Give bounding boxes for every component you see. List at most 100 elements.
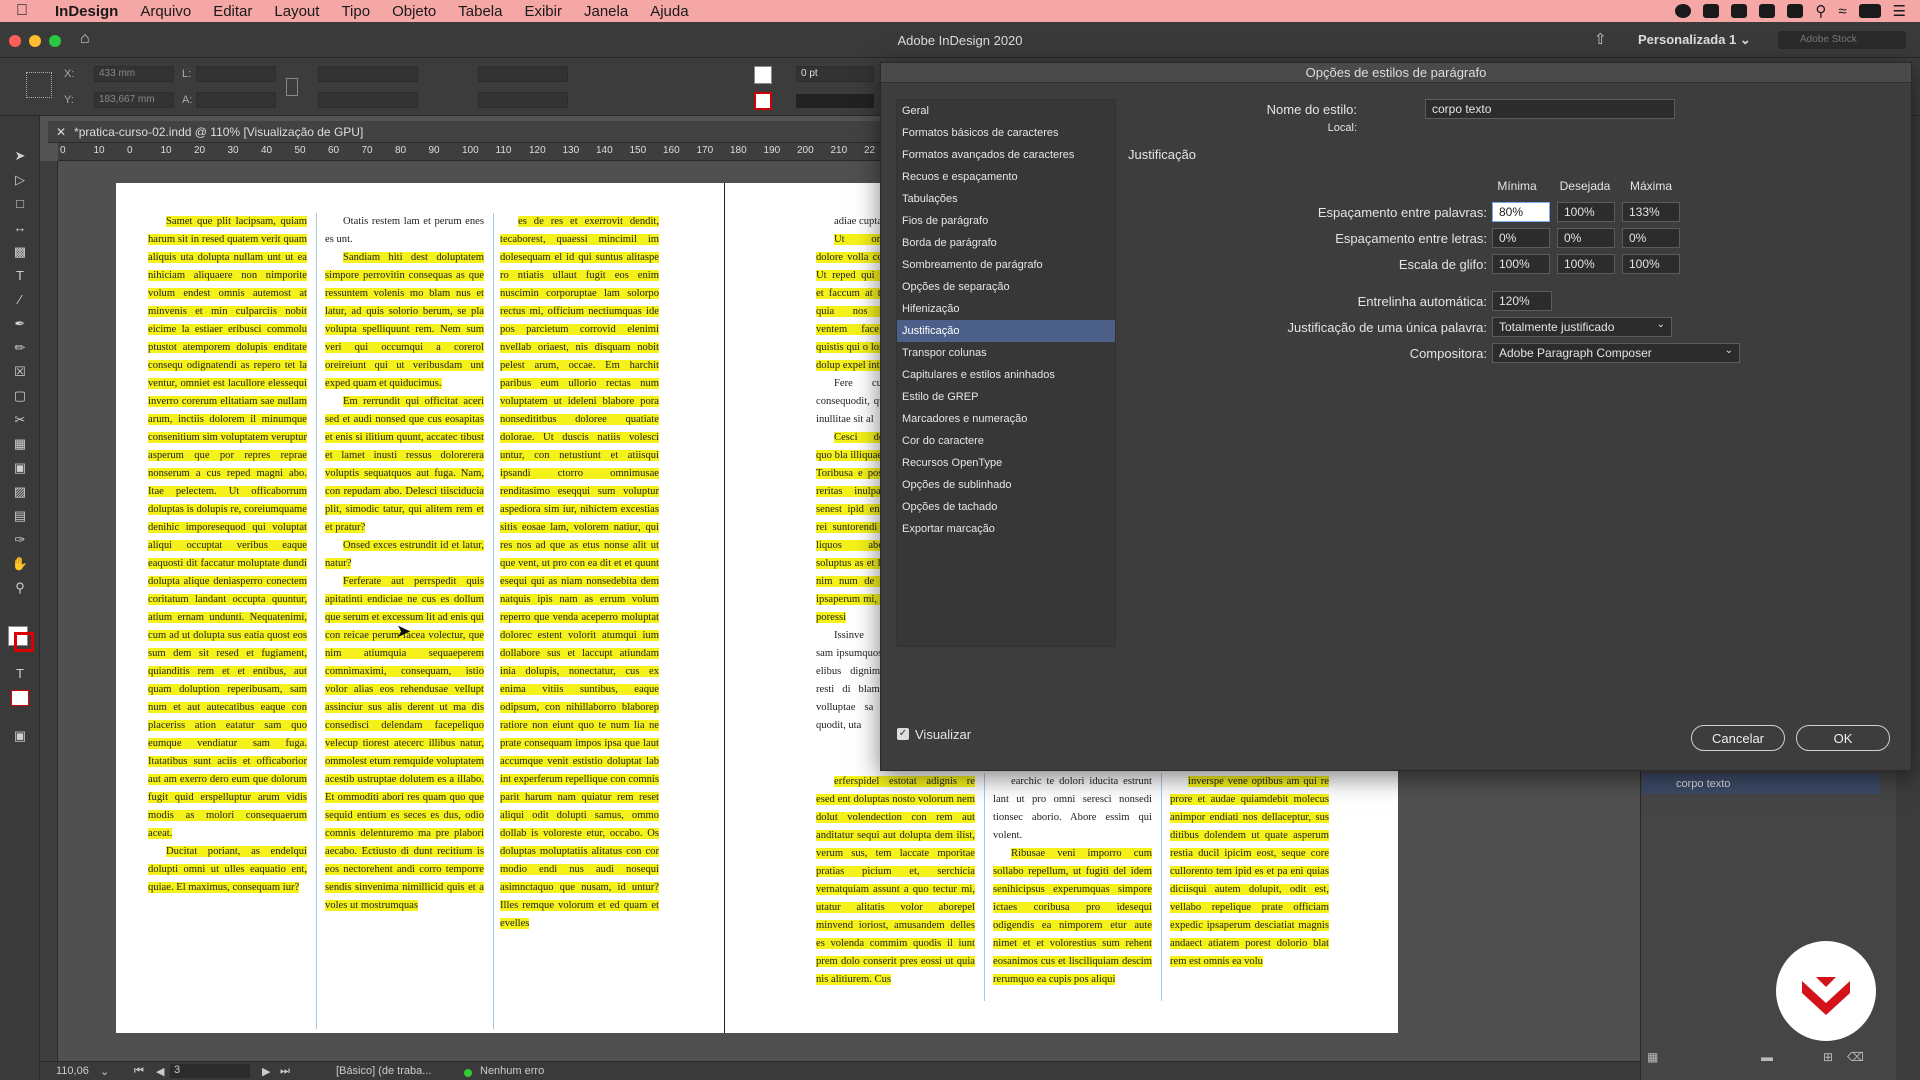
fill-swatch-icon[interactable] — [754, 66, 772, 84]
category-item[interactable]: Opções de separação — [897, 276, 1115, 298]
content-collector-icon[interactable]: ▩ — [11, 244, 29, 260]
category-item[interactable]: Marcadores e numeração — [897, 408, 1115, 430]
menu-editar[interactable]: Editar — [202, 3, 263, 20]
line-tool-icon[interactable]: ∕ — [11, 292, 29, 308]
category-item[interactable]: Exportar marcação — [897, 518, 1115, 540]
category-item[interactable]: Hifenização — [897, 298, 1115, 320]
selection-tool-icon[interactable]: ➤ — [11, 148, 29, 164]
zoom-dropdown-icon[interactable]: ⌄ — [100, 1065, 109, 1078]
category-item[interactable]: Recuos e espaçamento — [897, 166, 1115, 188]
bluetooth-icon[interactable] — [1731, 4, 1748, 18]
close-tab-icon[interactable]: ✕ — [56, 125, 66, 139]
category-item[interactable]: Formatos básicos de caracteres — [897, 122, 1115, 144]
new-style-group-icon[interactable]: ▦ — [1647, 1050, 1658, 1064]
category-item[interactable]: Cor do caractere — [897, 430, 1115, 452]
control-center-icon[interactable]: ☰ — [1893, 2, 1906, 20]
gradient-tool-icon[interactable]: ▣ — [11, 460, 29, 476]
creative-cloud-icon[interactable] — [1759, 4, 1776, 18]
first-page-icon[interactable]: ⏮ — [134, 1065, 144, 1078]
type-tool-icon[interactable]: T — [11, 268, 29, 284]
rectangle-frame-tool-icon[interactable]: ☒ — [11, 364, 29, 380]
menu-layout[interactable]: Layout — [263, 3, 330, 20]
last-page-icon[interactable]: ⏭ — [280, 1065, 290, 1078]
direct-selection-tool-icon[interactable]: ▷ — [11, 172, 29, 188]
letter-spacing-min[interactable]: 0% — [1492, 228, 1550, 248]
screen-mode-icon[interactable]: ▣ — [11, 728, 29, 744]
letter-spacing-desired[interactable]: 0% — [1557, 228, 1615, 248]
text-column-left-a[interactable]: Samet que plit lacipsam, quiam harum sit… — [148, 213, 307, 1029]
cloud-icon[interactable] — [1703, 4, 1720, 18]
formatting-affects-text-icon[interactable]: T — [11, 666, 29, 682]
stroke-swatch-icon[interactable] — [754, 92, 772, 110]
note-tool-icon[interactable]: ▤ — [11, 508, 29, 524]
scissors-tool-icon[interactable]: ✂ — [11, 412, 29, 428]
scale-x-field[interactable] — [318, 66, 418, 82]
reference-point-icon[interactable] — [26, 72, 52, 98]
menu-tabela[interactable]: Tabela — [447, 3, 513, 20]
page-tool-icon[interactable]: □ — [11, 196, 29, 212]
category-item[interactable]: Sombreamento de parágrafo — [897, 254, 1115, 276]
text-column-bottom-a[interactable]: erferspidel estotat adignis re esed ent … — [816, 773, 975, 1001]
width-field[interactable] — [196, 66, 276, 82]
category-item[interactable]: Capitulares e estilos aninhados — [897, 364, 1115, 386]
category-item[interactable]: Fios de parágrafo — [897, 210, 1115, 232]
height-field[interactable] — [196, 92, 276, 108]
apple-icon[interactable]:  — [0, 2, 44, 20]
category-item[interactable]: Opções de sublinhado — [897, 474, 1115, 496]
preflight-status[interactable]: Nenhum erro — [480, 1065, 544, 1077]
workspace-switcher[interactable]: Personalizada 1 ⌄ — [1638, 32, 1751, 48]
menu-objeto[interactable]: Objeto — [381, 3, 447, 20]
apply-none-icon[interactable] — [11, 690, 29, 706]
text-column-mid-a[interactable]: es de res et exerrovit dendit, tecabores… — [500, 213, 659, 1029]
zoom-tool-icon[interactable]: ⚲ — [11, 580, 29, 596]
zoom-level[interactable]: 110,06 — [56, 1065, 89, 1077]
x-field[interactable]: 433 mm — [94, 66, 174, 82]
cancel-button[interactable]: Cancelar — [1691, 725, 1785, 751]
glyph-scaling-min[interactable]: 100% — [1492, 254, 1550, 274]
menu-app-name[interactable]: InDesign — [44, 3, 129, 20]
category-item[interactable]: Borda de parágrafo — [897, 232, 1115, 254]
category-item[interactable]: Estilo de GREP — [897, 386, 1115, 408]
word-spacing-max[interactable]: 133% — [1622, 202, 1680, 222]
battery-level-icon[interactable] — [1858, 4, 1881, 18]
document-tab[interactable]: ✕ *pratica-curso-02.indd @ 110% [Visualiz… — [48, 121, 880, 143]
new-style-icon[interactable]: ⊞ — [1823, 1050, 1833, 1064]
glyph-scaling-max[interactable]: 100% — [1622, 254, 1680, 274]
stroke-color-icon[interactable] — [14, 632, 34, 652]
delete-style-icon[interactable]: ⌫ — [1847, 1050, 1864, 1064]
scale-y-field[interactable] — [318, 92, 418, 108]
menu-exibir[interactable]: Exibir — [513, 3, 573, 20]
category-item[interactable]: Recursos OpenType — [897, 452, 1115, 474]
constrain-proportions-icon[interactable] — [286, 78, 298, 96]
paragraph-style-corpo-texto[interactable]: corpo texto — [1642, 774, 1880, 794]
next-page-icon[interactable]: ▶ — [262, 1065, 270, 1078]
preview-checkbox[interactable]: ✓ — [897, 728, 909, 740]
menu-arquivo[interactable]: Arquivo — [129, 3, 202, 20]
letter-spacing-max[interactable]: 0% — [1622, 228, 1680, 248]
rotate-field[interactable] — [478, 66, 568, 82]
gap-tool-icon[interactable]: ↔ — [11, 220, 29, 236]
search-icon[interactable]: ⚲ — [1815, 2, 1826, 20]
menu-ajuda[interactable]: Ajuda — [639, 3, 699, 20]
category-item[interactable]: Geral — [897, 100, 1115, 122]
category-item[interactable]: Formatos avançados de caracteres — [897, 144, 1115, 166]
share-icon[interactable]: ⇧ — [1594, 30, 1607, 48]
eyedropper-tool-icon[interactable]: ✑ — [11, 532, 29, 548]
glyph-scaling-desired[interactable]: 100% — [1557, 254, 1615, 274]
menu-tipo[interactable]: Tipo — [330, 3, 381, 20]
preflight-profile[interactable]: [Básico] (de traba... — [336, 1065, 431, 1077]
text-column-bottom-c[interactable]: inverspe vene optibus am qui re prore et… — [1170, 773, 1329, 1001]
style-name-field[interactable]: corpo texto — [1425, 99, 1675, 119]
folder-icon[interactable]: ▬ — [1761, 1050, 1773, 1064]
y-field[interactable]: 183,667 mm — [94, 92, 174, 108]
page-field[interactable]: 3 — [170, 1064, 250, 1078]
ok-button[interactable]: OK — [1796, 725, 1890, 751]
stroke-weight-field[interactable]: 0 pt — [796, 66, 874, 82]
stroke-type-select[interactable] — [796, 94, 874, 108]
word-spacing-min[interactable]: 80% — [1492, 202, 1550, 222]
pen-tool-icon[interactable]: ✒ — [11, 316, 29, 332]
free-transform-tool-icon[interactable]: ▦ — [11, 436, 29, 452]
category-item[interactable]: Opções de tachado — [897, 496, 1115, 518]
adobe-stock-search[interactable]: Adobe Stock — [1778, 31, 1906, 49]
wifi-icon[interactable]: ≈ — [1838, 3, 1846, 20]
